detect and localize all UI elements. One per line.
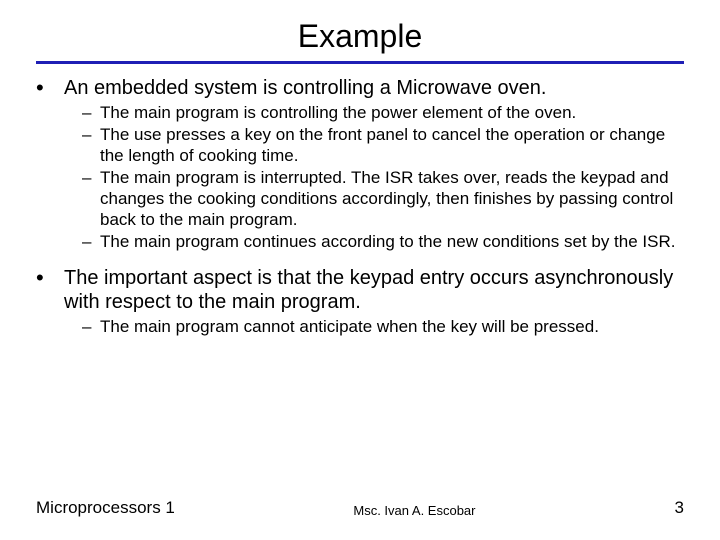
bullet-dot-icon: • — [36, 266, 64, 314]
slide-title: Example — [36, 18, 684, 55]
bullet-level2: – The main program is controlling the po… — [82, 102, 684, 123]
sub-bullet-text: The main program is interrupted. The ISR… — [100, 167, 684, 230]
bullet-level1: • An embedded system is controlling a Mi… — [36, 76, 684, 100]
sub-bullet-text: The main program cannot anticipate when … — [100, 316, 599, 337]
footer-center: Msc. Ivan A. Escobar — [175, 503, 654, 518]
footer-left: Microprocessors 1 — [36, 498, 175, 518]
bullet-text: The important aspect is that the keypad … — [64, 266, 684, 314]
bullet-level2: – The main program cannot anticipate whe… — [82, 316, 684, 337]
bullet-level2: – The main program continues according t… — [82, 231, 684, 252]
sub-bullet-text: The main program is controlling the powe… — [100, 102, 576, 123]
bullet-text: An embedded system is controlling a Micr… — [64, 76, 546, 100]
bullet-dash-icon: – — [82, 167, 100, 230]
bullet-dash-icon: – — [82, 102, 100, 123]
bullet-list: • An embedded system is controlling a Mi… — [36, 76, 684, 337]
title-underline — [36, 61, 684, 64]
sub-bullet-text: The main program continues according to … — [100, 231, 675, 252]
sub-bullet-list: – The main program cannot anticipate whe… — [82, 316, 684, 337]
bullet-dash-icon: – — [82, 124, 100, 166]
slide-footer: Microprocessors 1 Msc. Ivan A. Escobar 3 — [36, 498, 684, 518]
bullet-level1: • The important aspect is that the keypa… — [36, 266, 684, 314]
bullet-dash-icon: – — [82, 231, 100, 252]
page-number: 3 — [654, 498, 684, 518]
slide: Example • An embedded system is controll… — [0, 0, 720, 540]
bullet-dot-icon: • — [36, 76, 64, 100]
sub-bullet-list: – The main program is controlling the po… — [82, 102, 684, 252]
sub-bullet-text: The use presses a key on the front panel… — [100, 124, 684, 166]
bullet-dash-icon: – — [82, 316, 100, 337]
bullet-level2: – The main program is interrupted. The I… — [82, 167, 684, 230]
bullet-level2: – The use presses a key on the front pan… — [82, 124, 684, 166]
